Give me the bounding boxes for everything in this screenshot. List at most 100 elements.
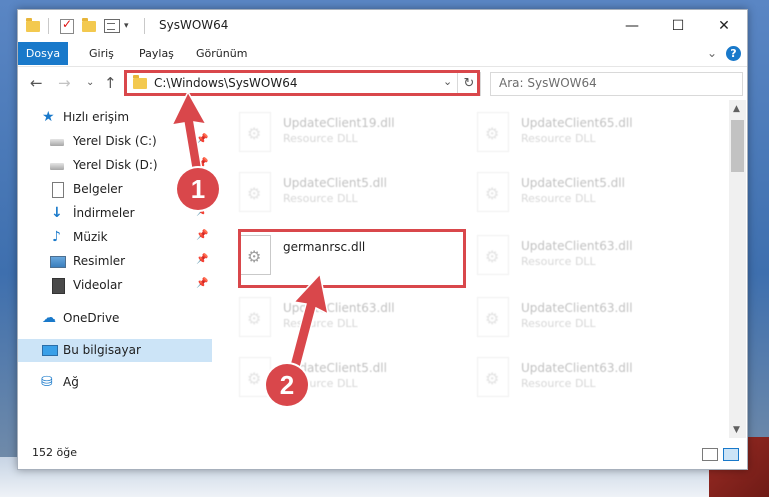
chevron-down-icon: ⌄ (707, 46, 718, 60)
back-button[interactable]: ← (30, 74, 43, 92)
list-item[interactable]: UpdateClient63.dll Resource DLL (473, 353, 703, 403)
item-count: 152 öğe (32, 446, 77, 459)
music-icon: ♪ (52, 229, 61, 245)
ribbon-tabs: Dosya Giriş Paylaş Görünüm ⌄ ? (18, 42, 747, 65)
list-item[interactable]: UpdateClient5.dll Resource DLL (235, 168, 465, 218)
chevron-down-icon: ⌄ (86, 77, 95, 88)
list-item[interactable]: UpdateClient63.dll Resource DLL (235, 293, 465, 343)
customize-quick-access[interactable]: ▾ (124, 18, 129, 34)
list-item[interactable]: UpdateClient5.dll Resource DLL (473, 168, 703, 218)
quick-access-new-folder[interactable] (82, 17, 96, 34)
dll-file-icon (477, 172, 509, 212)
sidebar-item-label: Yerel Disk (D:) (73, 158, 158, 172)
dll-file-icon (477, 112, 509, 152)
tab-share[interactable]: Paylaş (139, 42, 174, 65)
recent-locations-button[interactable]: ⌄ (86, 77, 94, 88)
step-badge-2: 2 (266, 364, 308, 406)
scroll-up-icon[interactable]: ▲ (733, 104, 740, 114)
large-icons-view-icon[interactable] (723, 448, 739, 461)
sidebar-item-label: Müzik (73, 230, 108, 244)
list-item[interactable]: UpdateClient19.dll Resource DLL (235, 108, 465, 158)
quick-access-properties[interactable] (60, 17, 74, 34)
sidebar-item-label: Bu bilgisayar (63, 343, 141, 357)
quick-access-star-icon: ★ (42, 109, 55, 125)
this-pc-icon (42, 345, 58, 356)
list-item[interactable]: UpdateClient63.dll Resource DLL (473, 293, 703, 343)
sidebar-item-label: Resimler (73, 254, 126, 268)
downloads-icon: ↓ (51, 205, 63, 221)
quick-access-folder[interactable] (26, 17, 42, 34)
vertical-scrollbar[interactable]: ▲ ▼ (729, 100, 746, 438)
file-name: UpdateClient5.dll (521, 176, 625, 190)
sidebar-item-label: Yerel Disk (C:) (73, 134, 157, 148)
close-icon: ✕ (718, 18, 730, 34)
details-view-icon[interactable] (702, 448, 718, 461)
new-folder-icon (82, 17, 96, 32)
maximize-button[interactable]: ☐ (655, 10, 701, 42)
dll-file-icon (239, 112, 271, 152)
arrow-up-icon (287, 272, 330, 378)
file-description: Resource DLL (283, 192, 358, 205)
folder-icon (26, 17, 40, 32)
file-highlight-box (238, 229, 466, 288)
arrow-right-icon: → (58, 74, 71, 92)
file-name: UpdateClient65.dll (521, 116, 633, 130)
scrollbar-thumb[interactable] (731, 120, 744, 172)
forward-button[interactable]: → (58, 74, 71, 92)
pin-icon: 📌 (196, 254, 209, 265)
scroll-down-icon[interactable]: ▼ (733, 425, 740, 435)
file-name: UpdateClient63.dll (521, 239, 633, 253)
file-description: Resource DLL (521, 192, 596, 205)
drive-icon (50, 139, 64, 146)
chevron-down-icon: ▾ (124, 21, 129, 31)
properties-check-icon (60, 17, 74, 34)
tab-view[interactable]: Görünüm (196, 42, 247, 65)
search-input[interactable]: Ara: SysWOW64 (499, 76, 597, 90)
view-properties-icon (104, 19, 120, 33)
dll-file-icon (477, 235, 509, 275)
list-item[interactable]: UpdateClient65.dll Resource DLL (473, 108, 703, 158)
tab-home[interactable]: Giriş (89, 42, 114, 65)
file-description: Resource DLL (283, 132, 358, 145)
file-description: Resource DLL (521, 255, 596, 268)
file-description: Resource DLL (521, 132, 596, 145)
toolbar-separator (48, 18, 49, 34)
minimize-button[interactable]: — (609, 10, 655, 42)
sidebar-item-this-pc[interactable]: Bu bilgisayar (18, 339, 212, 362)
file-name: UpdateClient63.dll (521, 361, 633, 375)
list-item[interactable]: UpdateClient63.dll Resource DLL (473, 231, 703, 281)
up-button[interactable]: ↑ (104, 74, 117, 92)
sidebar-item-label: Hızlı erişim (63, 110, 130, 124)
sidebar-item-label: Belgeler (73, 182, 123, 196)
title-bar: ▾ SysWOW64 — ☐ ✕ (18, 10, 747, 42)
pictures-icon (50, 256, 66, 268)
sidebar-item-pictures[interactable]: Resimler 📌 (18, 250, 212, 273)
pin-icon: 📌 (196, 230, 209, 241)
close-button[interactable]: ✕ (701, 10, 747, 42)
quick-access-view-props[interactable] (104, 18, 120, 34)
sidebar-item-network[interactable]: ⛁ Ağ (18, 371, 212, 394)
step-badge-1: 1 (177, 168, 219, 210)
sidebar-item-music[interactable]: ♪ Müzik 📌 (18, 226, 212, 249)
toolbar-separator (144, 18, 145, 34)
sidebar-item-onedrive[interactable]: ☁ OneDrive (18, 307, 212, 330)
window-title: SysWOW64 (159, 18, 229, 32)
sidebar-item-label: İndirmeler (73, 206, 135, 220)
drive-icon (50, 163, 64, 170)
documents-icon (52, 182, 64, 198)
file-name: UpdateClient19.dll (283, 116, 395, 130)
sidebar-item-label: Ağ (63, 375, 79, 389)
sidebar-item-downloads[interactable]: ↓ İndirmeler 📌 (18, 202, 212, 225)
tab-file[interactable]: Dosya (18, 42, 68, 65)
navigation-bar: ← → ⌄ ↑ C:\Windows\SysWOW64 ⌄ ↻ Ara: Sys… (18, 66, 747, 100)
search-box[interactable]: Ara: SysWOW64 (490, 72, 743, 96)
help-icon[interactable]: ? (726, 46, 741, 61)
minimize-icon: — (625, 18, 639, 34)
expand-ribbon-button[interactable]: ⌄ (707, 42, 717, 65)
sidebar-item-label: Videolar (73, 278, 123, 292)
pin-icon: 📌 (196, 278, 209, 289)
sidebar-item-videos[interactable]: Videolar 📌 (18, 274, 212, 297)
file-explorer-window: ▾ SysWOW64 — ☐ ✕ Dosya Giriş Paylaş Görü… (17, 9, 748, 470)
network-icon: ⛁ (41, 374, 53, 390)
file-name: UpdateClient5.dll (283, 176, 387, 190)
